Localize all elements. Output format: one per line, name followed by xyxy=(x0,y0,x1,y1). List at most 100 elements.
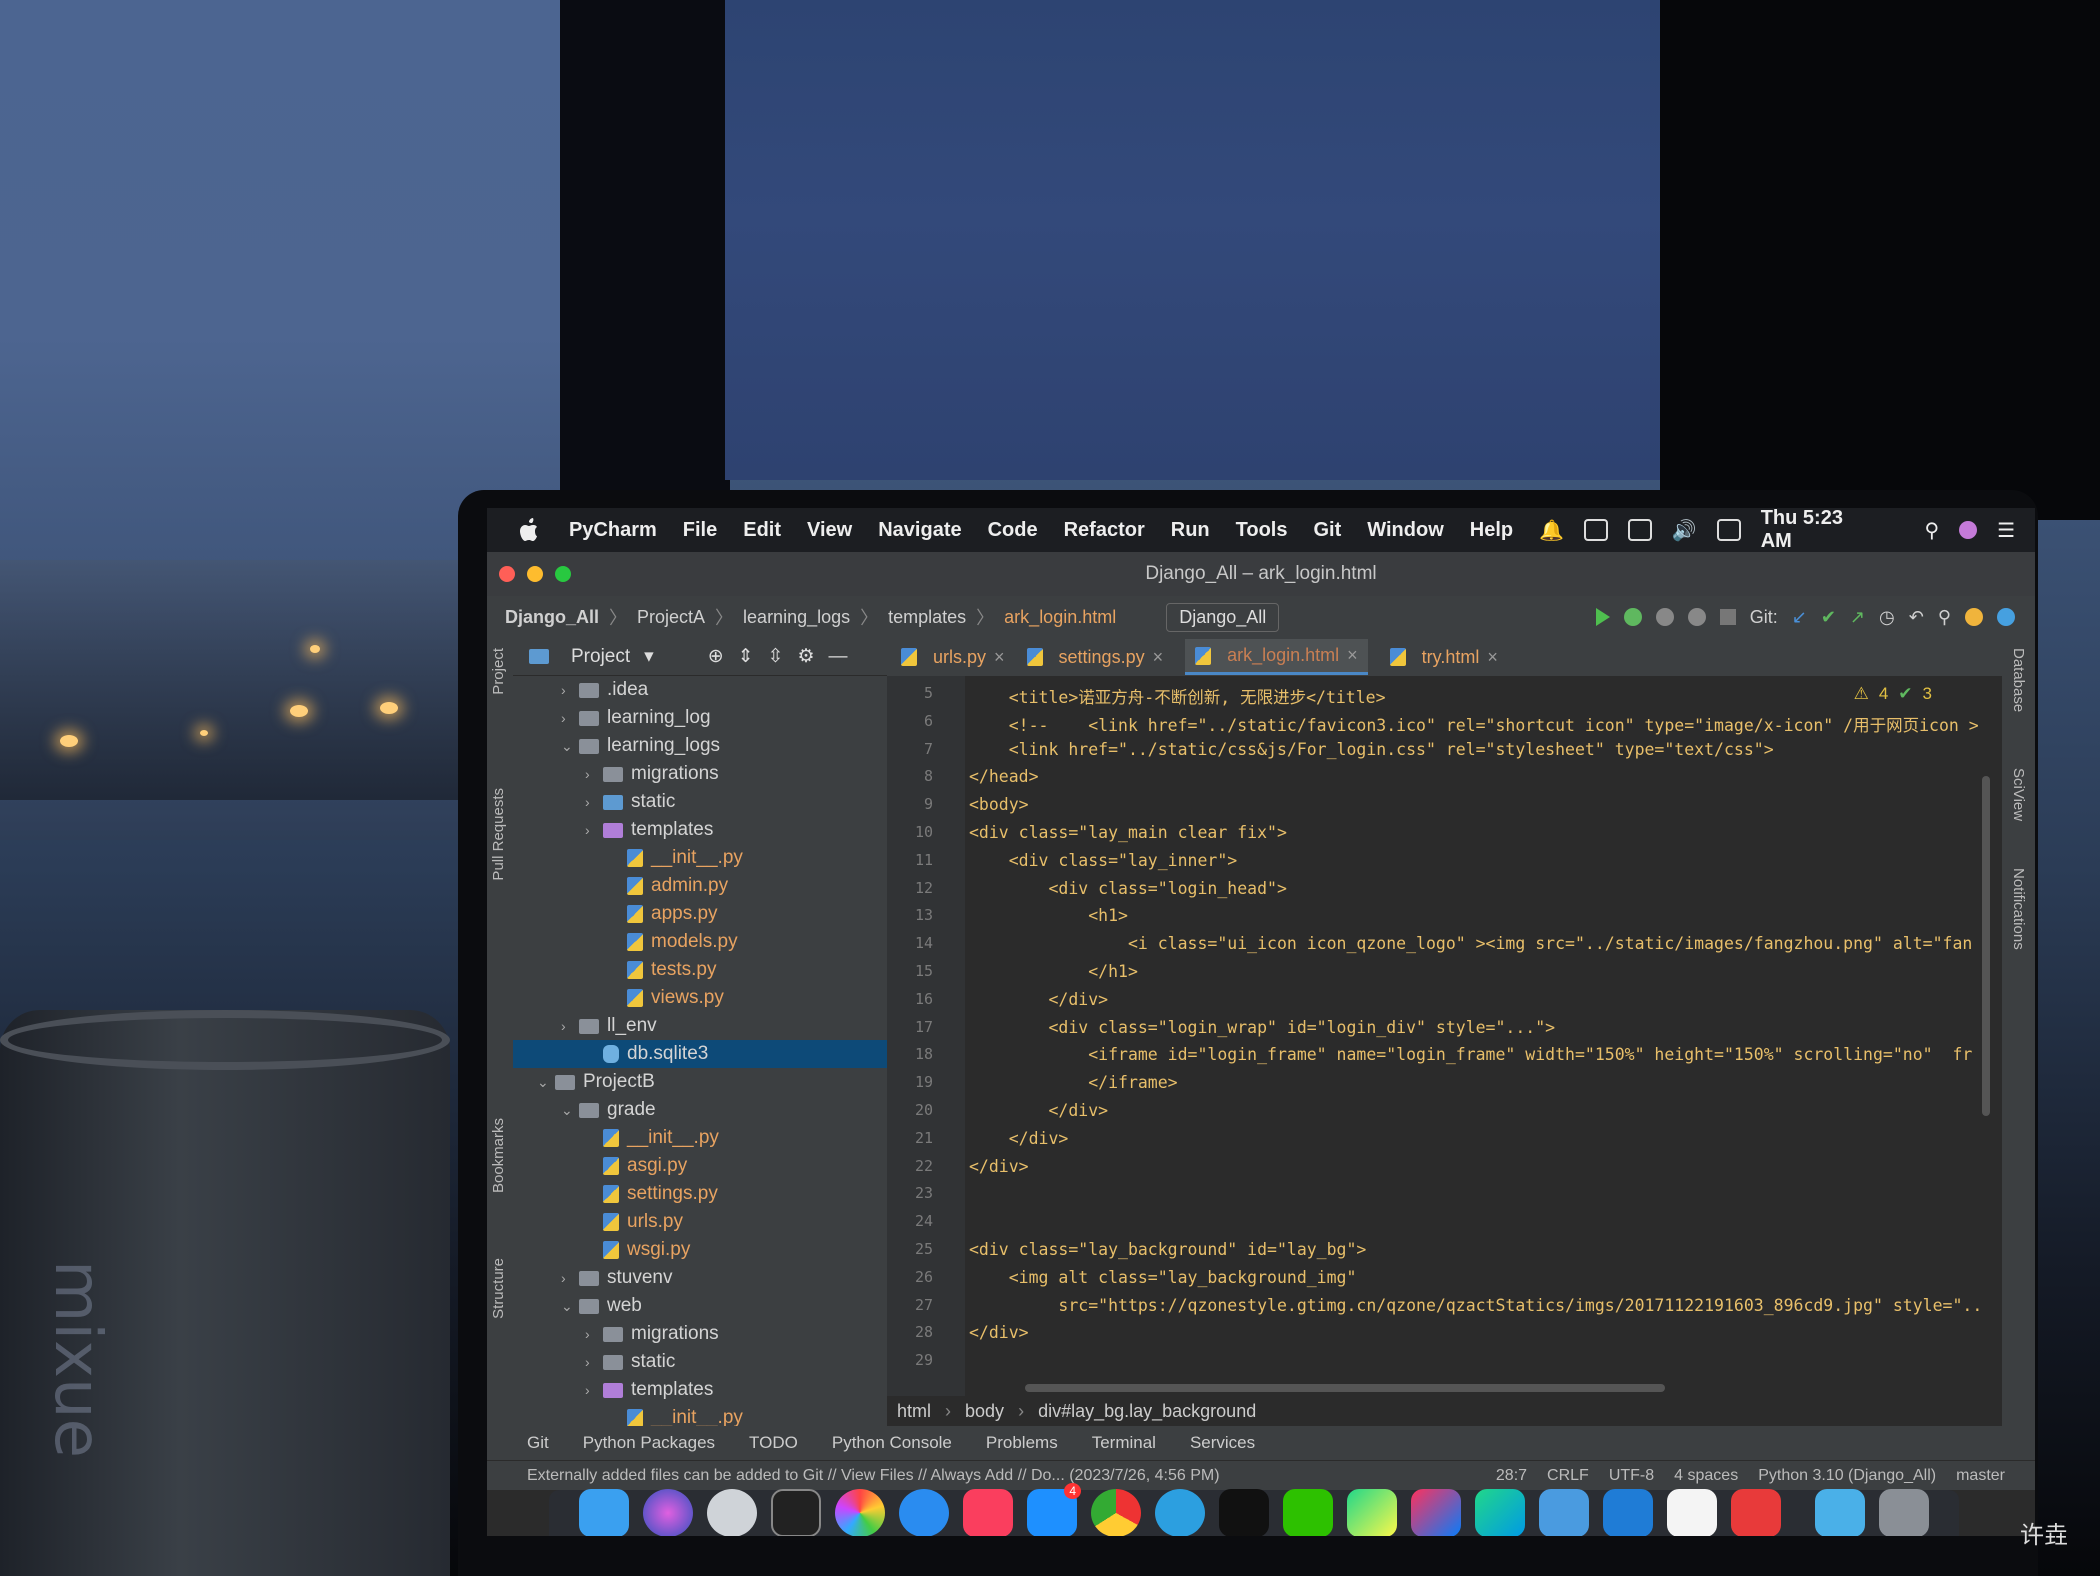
code-line[interactable]: </iframe> xyxy=(969,1073,1177,1092)
siri-icon[interactable] xyxy=(643,1489,693,1536)
chevron-right-icon[interactable]: › xyxy=(585,1382,603,1398)
tab-notifications[interactable]: Notifications xyxy=(2010,868,2027,950)
crumb-body[interactable]: body xyxy=(965,1401,1004,1422)
tab-project[interactable]: Project xyxy=(490,648,507,695)
chevron-right-icon[interactable]: › xyxy=(585,1326,603,1342)
chevron-right-icon[interactable]: › xyxy=(585,766,603,782)
run-icon[interactable] xyxy=(1595,608,1610,626)
qq-icon[interactable] xyxy=(1219,1489,1269,1536)
menubar-clock[interactable]: Thu 5:23 AM xyxy=(1761,508,1879,553)
menu-app[interactable]: PyCharm xyxy=(569,519,657,542)
toolwindow-python-packages[interactable]: Python Packages xyxy=(583,1433,715,1453)
tab-bookmarks[interactable]: Bookmarks xyxy=(490,1118,507,1193)
locate-icon[interactable]: ⊕ xyxy=(708,645,724,668)
gear-icon[interactable]: ⚙ xyxy=(797,645,814,668)
editor-tab[interactable]: settings.py × xyxy=(1026,647,1163,668)
code-line[interactable]: <div class="login_head"> xyxy=(969,879,1286,898)
project-title[interactable]: Project xyxy=(571,646,630,668)
tree-item[interactable]: › .idea xyxy=(561,676,648,704)
tree-item[interactable]: apps.py xyxy=(609,900,718,928)
crumb-projecta[interactable]: ProjectA xyxy=(637,607,705,628)
menu-run[interactable]: Run xyxy=(1171,519,1210,542)
chevron-right-icon[interactable]: › xyxy=(561,1018,579,1034)
tree-item[interactable]: ⌄ learning_logs xyxy=(561,732,720,760)
crumb-templates[interactable]: templates xyxy=(888,607,966,628)
tree-item[interactable]: › templates xyxy=(585,1376,713,1404)
file-encoding[interactable]: UTF-8 xyxy=(1609,1467,1654,1485)
code-line[interactable]: <h1> xyxy=(969,906,1128,925)
grid-icon[interactable] xyxy=(1716,519,1741,541)
editor-tab[interactable]: try.html × xyxy=(1389,647,1498,668)
git-branch[interactable]: master xyxy=(1956,1467,2005,1485)
menu-edit[interactable]: Edit xyxy=(743,519,781,542)
horizontal-scrollbar[interactable] xyxy=(1025,1384,1665,1392)
crumb-div[interactable]: div#lay_bg.lay_background xyxy=(1038,1401,1256,1422)
volume-icon[interactable]: 🔊 xyxy=(1672,518,1697,543)
tree-item[interactable]: › migrations xyxy=(585,760,719,788)
tree-item[interactable]: wsgi.py xyxy=(585,1236,690,1264)
apple-icon[interactable] xyxy=(517,518,539,542)
git-commit-icon[interactable]: ✔ xyxy=(1821,607,1836,628)
tree-item[interactable]: › static xyxy=(585,1348,675,1376)
menu-window[interactable]: Window xyxy=(1367,519,1443,542)
tab-pull-requests[interactable]: Pull Requests xyxy=(490,788,507,881)
tree-item[interactable]: ⌄ web xyxy=(561,1292,642,1320)
toolwindow-problems[interactable]: Problems xyxy=(986,1433,1058,1453)
toolwindow-terminal[interactable]: Terminal xyxy=(1092,1433,1156,1453)
indent-setting[interactable]: 4 spaces xyxy=(1674,1467,1738,1485)
hide-icon[interactable]: — xyxy=(829,646,848,668)
intellij-icon[interactable] xyxy=(1411,1489,1461,1536)
toolwindow-git[interactable]: Git xyxy=(527,1433,549,1453)
code-line[interactable]: <img alt class="lay_background_img" xyxy=(969,1268,1357,1287)
crumb-file[interactable]: ark_login.html xyxy=(1004,607,1116,628)
code-line[interactable]: <div class="lay_main clear fix"> xyxy=(969,823,1287,842)
youdao-dict-icon[interactable] xyxy=(1731,1489,1781,1536)
menu-refactor[interactable]: Refactor xyxy=(1064,519,1145,542)
code-line[interactable]: </div> xyxy=(969,1323,1029,1342)
chrome-icon[interactable] xyxy=(1091,1489,1141,1536)
toolwindow-services[interactable]: Services xyxy=(1190,1433,1255,1453)
chevron-right-icon[interactable]: › xyxy=(561,710,579,726)
code-line[interactable]: </div> xyxy=(969,1129,1069,1148)
tree-item[interactable]: admin.py xyxy=(609,872,728,900)
menu-view[interactable]: View xyxy=(807,519,852,542)
debug-icon[interactable] xyxy=(1623,608,1642,626)
downloads-folder-icon[interactable] xyxy=(1815,1489,1865,1536)
code-line[interactable]: </h1> xyxy=(969,962,1138,981)
interpreter[interactable]: Python 3.10 (Django_All) xyxy=(1758,1467,1936,1485)
jetbrains-ai-icon[interactable] xyxy=(1997,608,2015,626)
stop-icon[interactable] xyxy=(1719,609,1736,625)
menu-navigate[interactable]: Navigate xyxy=(878,519,961,542)
wechat-icon[interactable] xyxy=(1283,1489,1333,1536)
line-separator[interactable]: CRLF xyxy=(1547,1467,1589,1485)
tree-item[interactable]: __init__.py xyxy=(585,1124,719,1152)
toolwindow-python-console[interactable]: Python Console xyxy=(832,1433,952,1453)
safari-icon[interactable] xyxy=(899,1489,949,1536)
tree-item[interactable]: __init__.py xyxy=(609,844,743,872)
launchpad-icon[interactable] xyxy=(707,1489,757,1536)
tree-item[interactable]: › ll_env xyxy=(561,1012,657,1040)
menu-help[interactable]: Help xyxy=(1470,519,1513,542)
close-icon[interactable]: × xyxy=(1347,645,1358,666)
code-line[interactable]: <div class="login_wrap" id="login_div" s… xyxy=(969,1018,1555,1037)
control-center-icon[interactable]: ☰ xyxy=(1997,518,2015,543)
chevron-down-icon[interactable]: ⌄ xyxy=(537,1074,555,1091)
code-line[interactable]: </head> xyxy=(969,767,1039,786)
close-icon[interactable]: × xyxy=(1487,647,1498,668)
close-icon[interactable]: × xyxy=(994,647,1005,668)
collapse-all-icon[interactable]: ⇳ xyxy=(768,645,784,668)
tree-item[interactable]: › templates xyxy=(585,816,713,844)
clion-icon[interactable] xyxy=(1475,1489,1525,1536)
coverage-icon[interactable] xyxy=(1655,608,1674,626)
git-update-icon[interactable]: ↙ xyxy=(1792,607,1807,628)
tree-item[interactable]: db.sqlite3 xyxy=(513,1040,887,1068)
finder-icon[interactable] xyxy=(579,1489,629,1536)
bell-icon[interactable]: 🔔 xyxy=(1539,518,1564,543)
history-icon[interactable]: ◷ xyxy=(1879,607,1895,628)
vertical-scrollbar[interactable] xyxy=(1982,776,1990,1116)
menu-code[interactable]: Code xyxy=(988,519,1038,542)
status-message[interactable]: Externally added files can be added to G… xyxy=(527,1467,1220,1485)
tab-sciview[interactable]: SciView xyxy=(2010,768,2027,821)
search-icon[interactable]: ⚲ xyxy=(1938,607,1951,628)
tab-structure[interactable]: Structure xyxy=(490,1258,507,1319)
